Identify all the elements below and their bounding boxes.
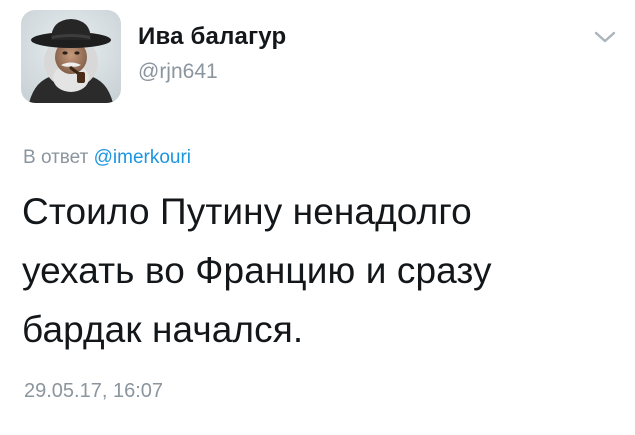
reply-mention-link[interactable]: @imerkouri — [94, 147, 191, 168]
tweet-timestamp[interactable]: 29.05.17, 16:07 — [24, 380, 163, 403]
tweet-text: Стоило Путину ненадолго уехать во Франци… — [22, 182, 612, 359]
avatar[interactable] — [21, 10, 121, 103]
tweet-text-line: Стоило Путину ненадолго — [22, 191, 472, 232]
tweet-text-line: бардак начался. — [22, 309, 304, 350]
reply-context: В ответ @imerkouri — [23, 147, 191, 169]
reply-prefix: В ответ — [23, 147, 89, 168]
display-name[interactable]: Ива балагур — [138, 23, 286, 51]
person-with-hat-and-pipe-avatar-icon — [21, 10, 121, 103]
chevron-down-icon[interactable] — [593, 29, 617, 45]
tweet-card: Ива балагур @rjn641 В ответ @imerkouri С… — [0, 0, 635, 435]
user-handle[interactable]: @rjn641 — [138, 60, 218, 84]
tweet-text-line: уехать во Францию и сразу — [22, 250, 492, 291]
